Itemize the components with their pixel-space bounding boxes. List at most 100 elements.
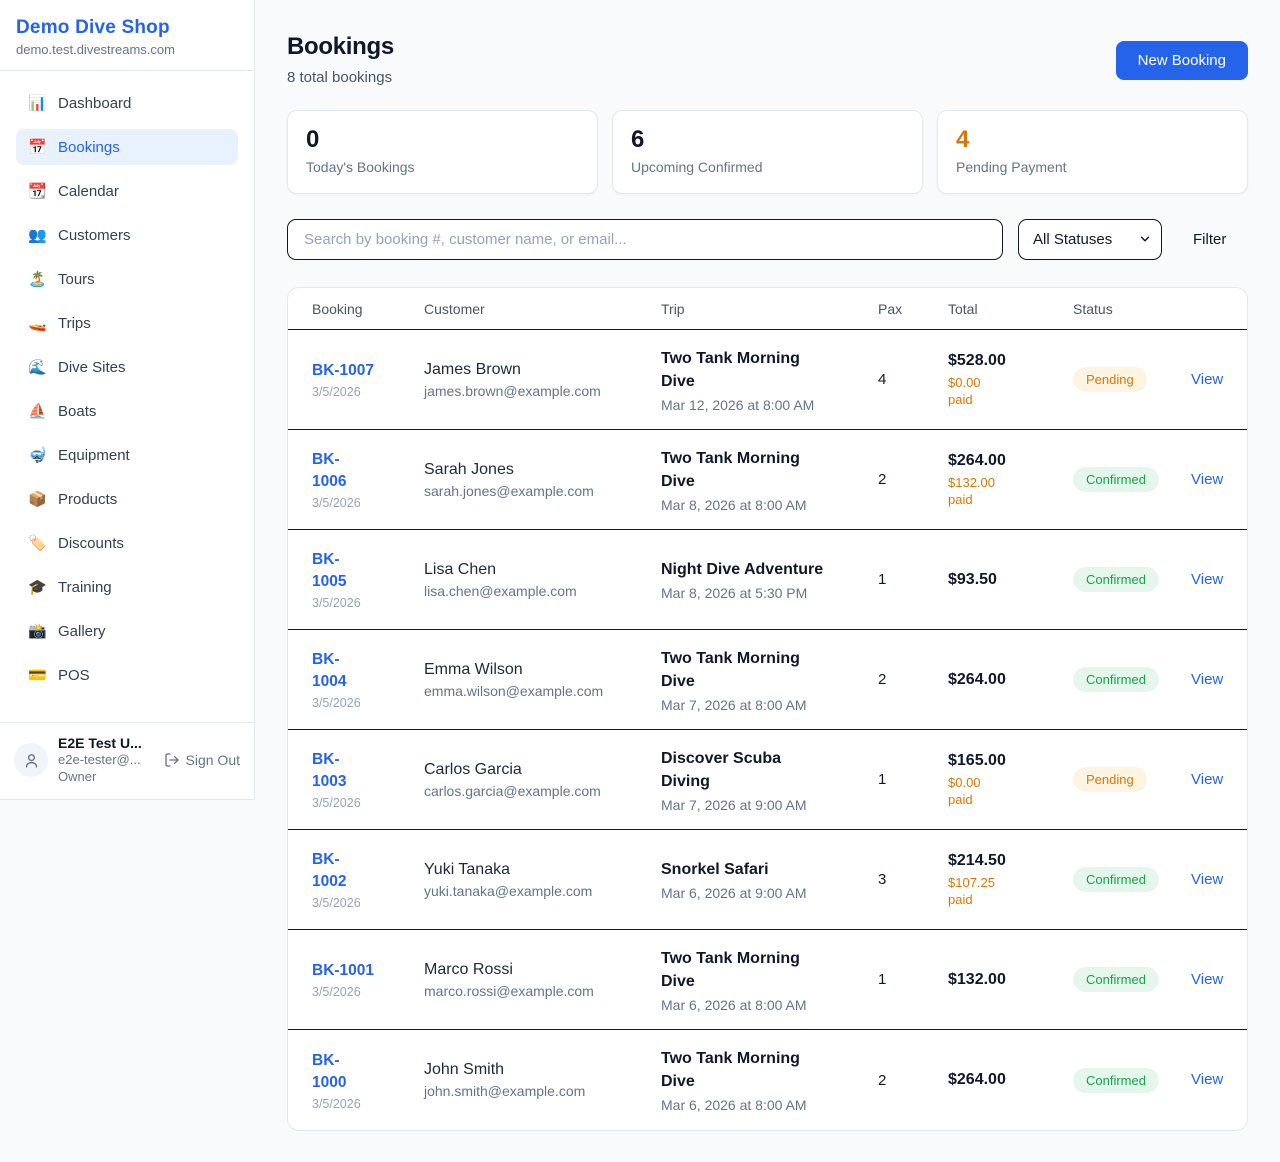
stat-value: 4 xyxy=(956,125,1229,155)
view-link[interactable]: View xyxy=(1191,671,1223,688)
view-link[interactable]: View xyxy=(1191,371,1223,388)
booking-link[interactable]: BK- 1005 xyxy=(312,549,346,593)
trip-name: Snorkel Safari xyxy=(661,858,878,881)
paid-amount: $0.00 paid xyxy=(948,374,1008,408)
table-row: BK- 1004 3/5/2026 Emma Wilson emma.wilso… xyxy=(288,630,1247,730)
pax-value: 1 xyxy=(878,771,948,788)
trip-name: Night Dive Adventure xyxy=(661,558,878,581)
booking-link[interactable]: BK- 1004 xyxy=(312,649,346,693)
sidebar-item-tours[interactable]: 🏝️ Tours xyxy=(16,261,238,297)
sidebar-item-discounts[interactable]: 🏷️ Discounts xyxy=(16,525,238,561)
sign-out-icon xyxy=(164,752,180,768)
sidebar-item-products[interactable]: 📦 Products xyxy=(16,481,238,517)
sidebar-nav: 📊 Dashboard 📅 Bookings 📆 Calendar 👥 Cust… xyxy=(0,71,254,715)
trip-datetime: Mar 12, 2026 at 8:00 AM xyxy=(661,397,878,413)
sidebar-item-dive-sites[interactable]: 🌊 Dive Sites xyxy=(16,349,238,385)
col-header-customer: Customer xyxy=(424,301,661,317)
sidebar-item-trips[interactable]: 🚤 Trips xyxy=(16,305,238,341)
trip-name: Two Tank Morning Dive xyxy=(661,1047,878,1093)
total-amount: $93.50 xyxy=(948,571,1073,589)
col-header-booking: Booking xyxy=(312,301,424,317)
customer-email: marco.rossi@example.com xyxy=(424,983,661,999)
customer-email: emma.wilson@example.com xyxy=(424,683,661,699)
products-icon: 📦 xyxy=(28,490,46,508)
paid-amount: $107.25 paid xyxy=(948,874,1008,908)
customer-email: lisa.chen@example.com xyxy=(424,583,661,599)
brand-domain: demo.test.divestreams.com xyxy=(16,42,238,57)
calendar-icon: 📆 xyxy=(28,182,46,200)
pax-value: 2 xyxy=(878,671,948,688)
user-email: e2e-tester@... xyxy=(58,751,154,768)
sidebar-item-equipment[interactable]: 🤿 Equipment xyxy=(16,437,238,473)
sidebar-item-calendar[interactable]: 📆 Calendar xyxy=(16,173,238,209)
col-header-trip: Trip xyxy=(661,301,878,317)
customer-email: james.brown@example.com xyxy=(424,383,661,399)
table-row: BK-1007 3/5/2026 James Brown james.brown… xyxy=(288,330,1247,430)
customer-email: carlos.garcia@example.com xyxy=(424,783,661,799)
filter-button[interactable]: Filter xyxy=(1193,231,1226,248)
col-header-pax: Pax xyxy=(878,301,948,317)
stat-label: Upcoming Confirmed xyxy=(631,159,904,175)
stat-label: Today's Bookings xyxy=(306,159,579,175)
stat-card: 4 Pending Payment xyxy=(937,110,1248,194)
table-row: BK-1001 3/5/2026 Marco Rossi marco.rossi… xyxy=(288,930,1247,1030)
customer-email: yuki.tanaka@example.com xyxy=(424,883,661,899)
booking-link[interactable]: BK-1007 xyxy=(312,360,374,382)
pax-value: 2 xyxy=(878,1072,948,1089)
sidebar-item-training[interactable]: 🎓 Training xyxy=(16,569,238,605)
sign-out-button[interactable]: Sign Out xyxy=(164,752,240,768)
sign-out-label: Sign Out xyxy=(186,752,240,768)
sidebar-item-pos[interactable]: 💳 POS xyxy=(16,657,238,693)
trip-name: Two Tank Morning Dive xyxy=(661,347,878,393)
booking-link[interactable]: BK-1001 xyxy=(312,960,374,982)
booking-link[interactable]: BK- 1003 xyxy=(312,749,346,793)
main-content: Bookings 8 total bookings New Booking 0 … xyxy=(255,0,1280,1131)
view-link[interactable]: View xyxy=(1191,971,1223,988)
status-badge: Confirmed xyxy=(1073,567,1159,592)
page-subtitle: 8 total bookings xyxy=(287,69,394,86)
sidebar-item-dashboard[interactable]: 📊 Dashboard xyxy=(16,85,238,121)
total-amount: $165.00 xyxy=(948,752,1073,770)
page-header-text: Bookings 8 total bookings xyxy=(287,33,394,86)
view-link[interactable]: View xyxy=(1191,471,1223,488)
trip-name: Discover Scuba Diving xyxy=(661,747,878,793)
customer-name: Lisa Chen xyxy=(424,561,661,579)
bookings-table: Booking Customer Trip Pax Total Status B… xyxy=(287,287,1248,1131)
dive-sites-icon: 🌊 xyxy=(28,358,46,376)
booking-link[interactable]: BK- 1002 xyxy=(312,849,346,893)
view-link[interactable]: View xyxy=(1191,771,1223,788)
view-link[interactable]: View xyxy=(1191,571,1223,588)
discounts-icon: 🏷️ xyxy=(28,534,46,552)
customers-icon: 👥 xyxy=(28,226,46,244)
customer-email: sarah.jones@example.com xyxy=(424,483,661,499)
search-input[interactable] xyxy=(287,219,1003,260)
booking-link[interactable]: BK- 1006 xyxy=(312,449,346,493)
view-link[interactable]: View xyxy=(1191,1071,1223,1088)
sidebar-item-customers[interactable]: 👥 Customers xyxy=(16,217,238,253)
sidebar-item-boats[interactable]: ⛵ Boats xyxy=(16,393,238,429)
customer-name: James Brown xyxy=(424,361,661,379)
booking-date: 3/5/2026 xyxy=(312,385,424,399)
pax-value: 1 xyxy=(878,971,948,988)
new-booking-button[interactable]: New Booking xyxy=(1116,41,1248,80)
sidebar-item-gallery[interactable]: 📸 Gallery xyxy=(16,613,238,649)
person-icon xyxy=(23,752,40,769)
training-icon: 🎓 xyxy=(28,578,46,596)
total-amount: $528.00 xyxy=(948,352,1073,370)
view-link[interactable]: View xyxy=(1191,871,1223,888)
status-filter-select[interactable]: All Statuses xyxy=(1018,219,1162,260)
sidebar-item-bookings[interactable]: 📅 Bookings xyxy=(16,129,238,165)
user-role: Owner xyxy=(58,768,154,785)
status-badge: Confirmed xyxy=(1073,1068,1159,1093)
booking-link[interactable]: BK- 1000 xyxy=(312,1050,346,1094)
pos-icon: 💳 xyxy=(28,666,46,684)
table-row: BK- 1002 3/5/2026 Yuki Tanaka yuki.tanak… xyxy=(288,830,1247,930)
trip-datetime: Mar 6, 2026 at 8:00 AM xyxy=(661,997,878,1013)
booking-date: 3/5/2026 xyxy=(312,696,424,710)
trip-datetime: Mar 8, 2026 at 5:30 PM xyxy=(661,585,878,601)
customer-email: john.smith@example.com xyxy=(424,1083,661,1099)
sidebar-user-panel: E2E Test U... e2e-tester@... Owner Sign … xyxy=(0,722,254,799)
customer-name: Carlos Garcia xyxy=(424,761,661,779)
dashboard-icon: 📊 xyxy=(28,94,46,112)
brand: Demo Dive Shop demo.test.divestreams.com xyxy=(0,0,254,71)
